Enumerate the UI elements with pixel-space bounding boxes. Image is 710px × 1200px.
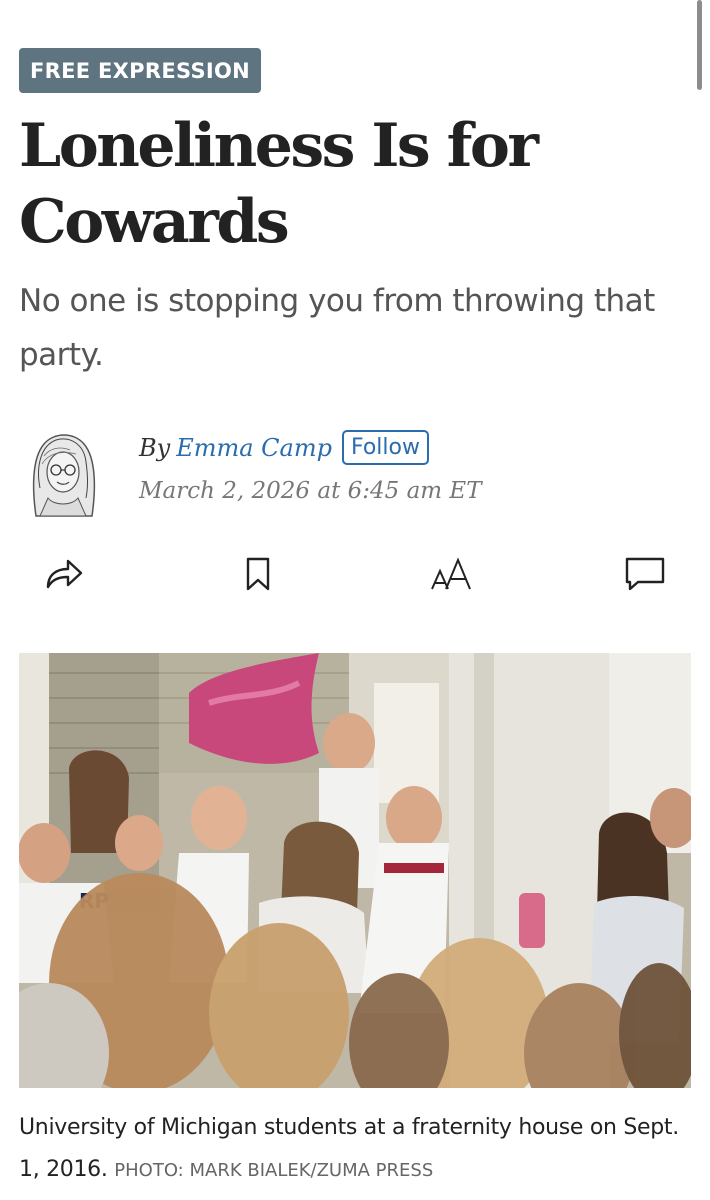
comment-icon [625, 557, 665, 591]
bookmark-button[interactable] [236, 552, 280, 596]
text-size-button[interactable] [430, 552, 474, 596]
follow-button[interactable]: Follow [341, 430, 429, 465]
author-link[interactable]: Emma Camp [176, 434, 332, 462]
bookmark-icon [246, 557, 270, 591]
text-size-icon [431, 557, 471, 590]
share-icon [46, 559, 83, 589]
party-photo-image: RP [19, 653, 691, 1088]
photo-credit: PHOTO: MARK BIALEK/ZUMA PRESS [114, 1160, 434, 1181]
article-photo[interactable]: RP [19, 653, 691, 1088]
scrollbar[interactable] [697, 0, 702, 90]
headline: Loneliness Is for Cowards [19, 111, 539, 257]
share-button[interactable] [42, 552, 86, 596]
publish-date: March 2, 2026 at 6:45 am ET [139, 478, 482, 504]
comment-button[interactable] [623, 552, 667, 596]
byline: By Emma Camp Follow [139, 430, 429, 465]
author-portrait-icon [32, 434, 96, 517]
section-tag[interactable]: FREE EXPRESSION [19, 48, 262, 93]
author-avatar[interactable] [26, 428, 100, 520]
photo-caption: University of Michigan students at a fra… [19, 1107, 699, 1192]
subheadline: No one is stopping you from throwing tha… [19, 283, 655, 373]
byline-prefix: By [139, 433, 171, 462]
